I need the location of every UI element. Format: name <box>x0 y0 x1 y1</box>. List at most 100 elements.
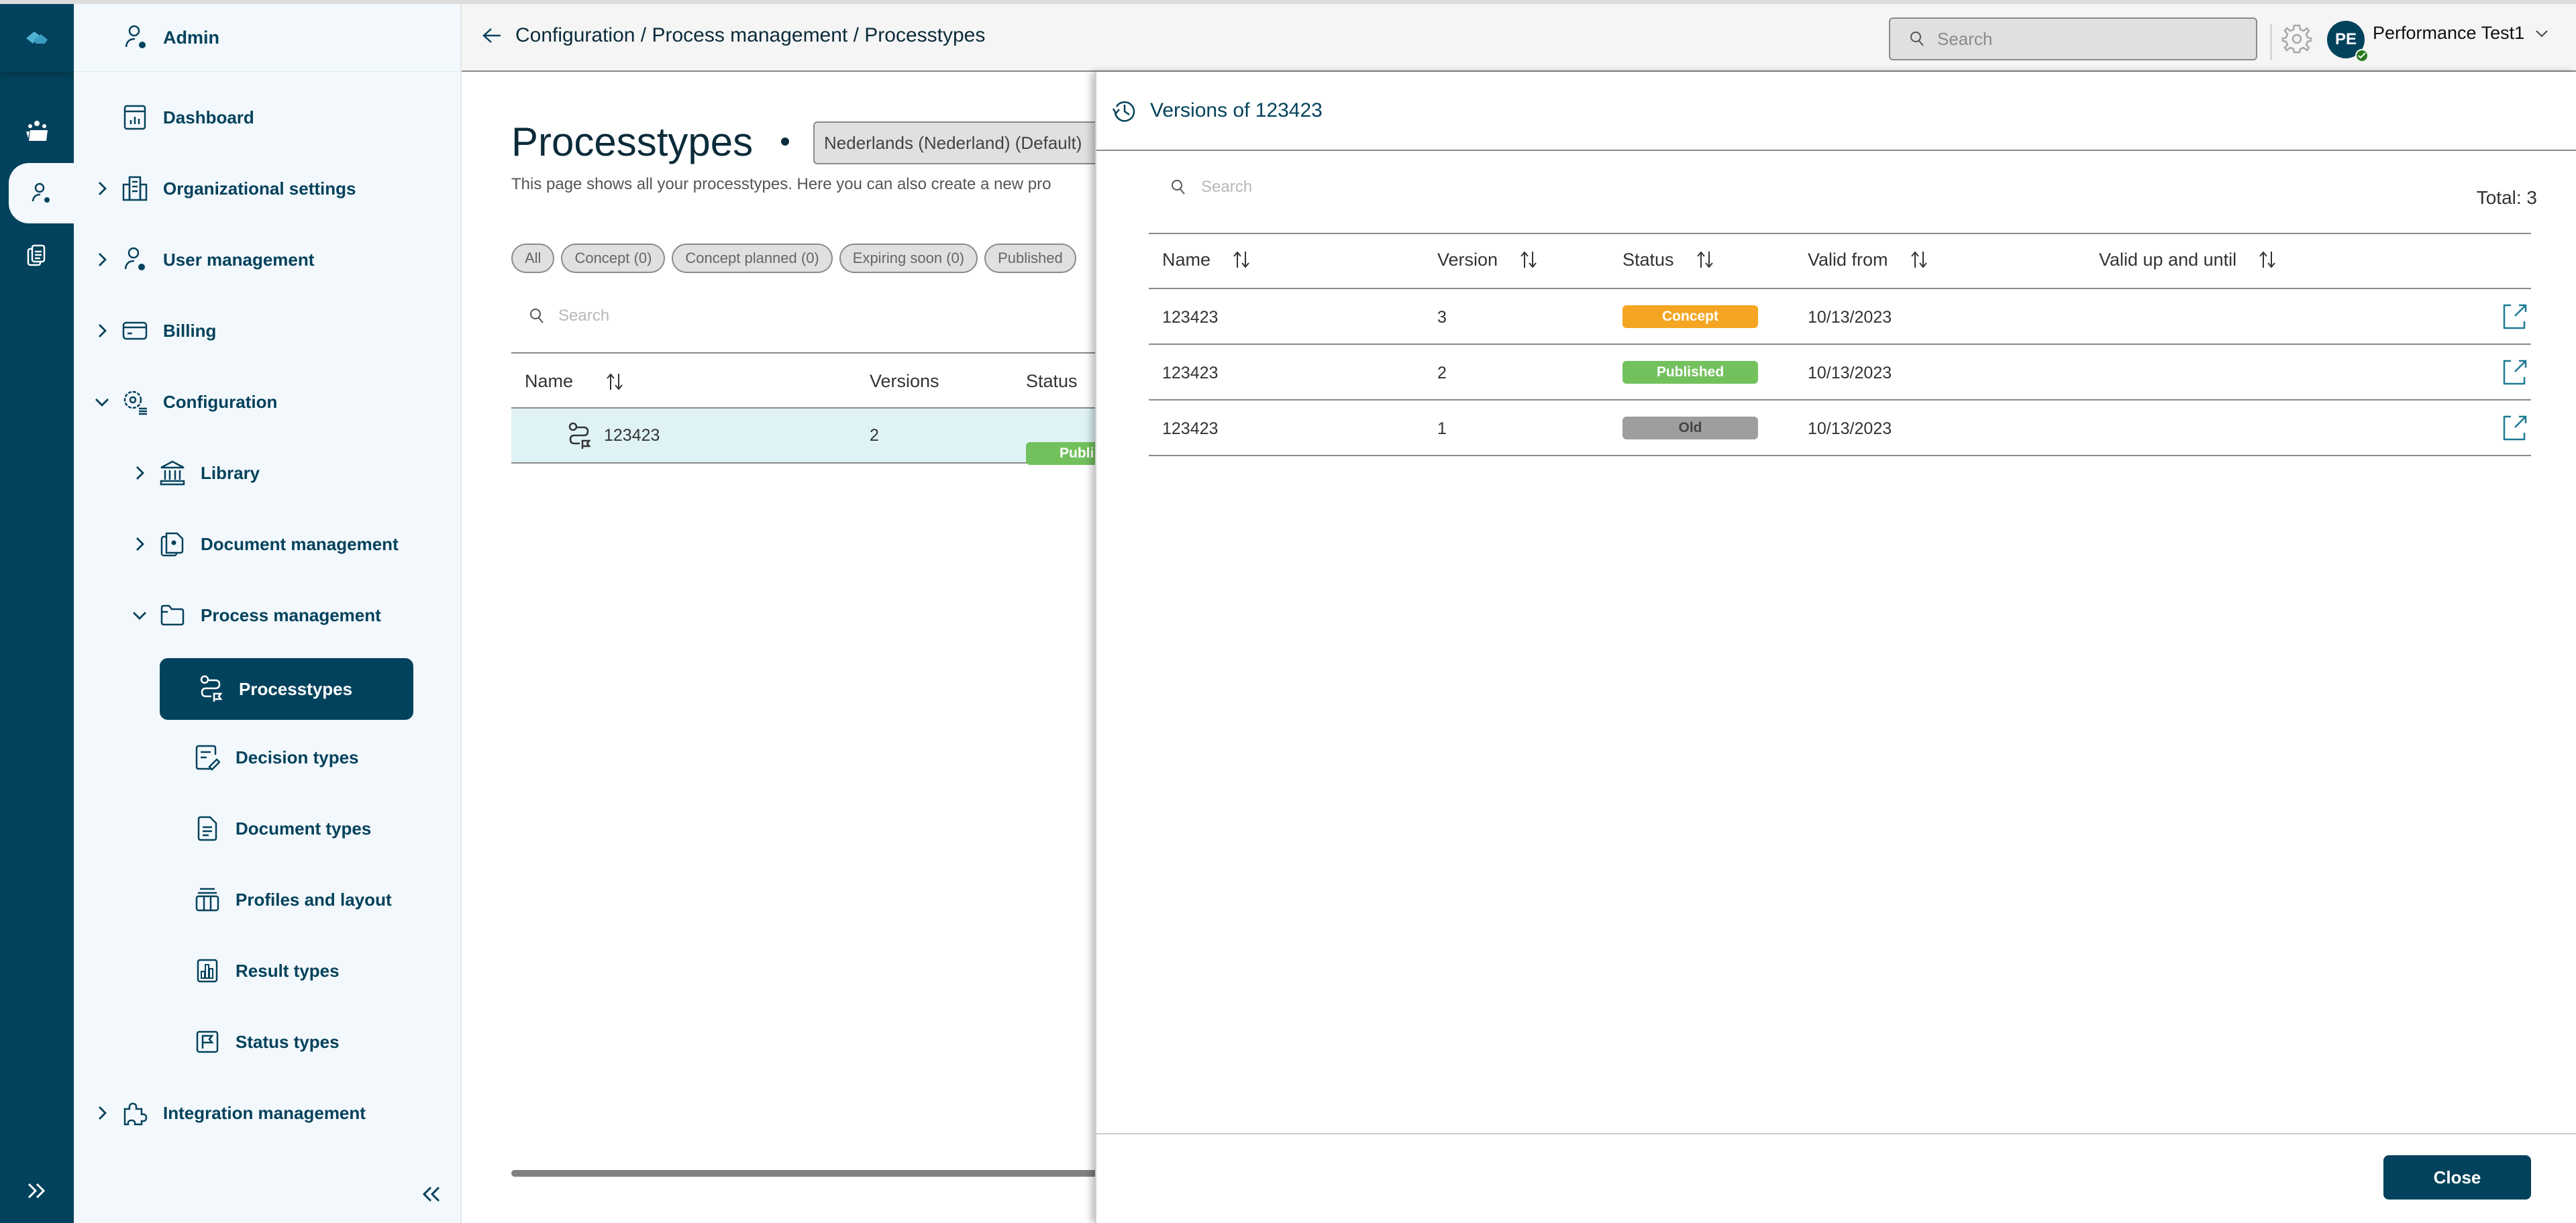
column-header-label: Status <box>1622 249 1674 270</box>
table-row[interactable]: 123423 1 Old 10/13/2023 <box>1149 401 2531 456</box>
chevron-right-icon[interactable] <box>92 323 112 339</box>
bar-chart-icon <box>194 957 221 984</box>
column-header-status[interactable]: Status <box>1622 249 1716 270</box>
route-flag-icon <box>197 675 224 702</box>
sidebar-item-document-types[interactable]: Document types <box>159 802 371 855</box>
status-badge: Old <box>1622 417 1758 439</box>
table-search[interactable] <box>529 307 961 325</box>
language-select[interactable]: Nederlands (Nederland) (Default) <box>813 121 1095 164</box>
external-link-icon <box>2503 304 2527 329</box>
filter-chip[interactable]: Expiring soon (0) <box>839 244 978 273</box>
settings-button[interactable] <box>2281 23 2312 58</box>
chevron-right-icon[interactable] <box>92 252 112 268</box>
versions-search-input[interactable] <box>1201 178 1671 197</box>
versions-search[interactable] <box>1170 178 1671 197</box>
chevron-down-icon[interactable] <box>130 610 150 621</box>
logo-icon <box>26 31 48 44</box>
open-version-button[interactable] <box>2502 414 2528 447</box>
table-search-input[interactable] <box>558 307 961 325</box>
column-header-version[interactable]: Version <box>1437 249 1539 270</box>
filter-chip[interactable]: Concept (0) <box>561 244 666 273</box>
version-name: 123423 <box>1162 308 1219 327</box>
global-search-input[interactable] <box>1937 28 2232 50</box>
close-button[interactable]: Close <box>2383 1155 2531 1200</box>
table-header: Name Versions Status <box>511 352 1095 409</box>
table-row[interactable]: 123423 2 Publi <box>511 409 1095 465</box>
rail-item-admin[interactable] <box>9 163 74 223</box>
chevron-right-icon <box>99 253 107 266</box>
sidebar-item-processtypes[interactable]: Processtypes <box>160 658 413 720</box>
sidebar-item-integration-management[interactable]: Integration management <box>92 1086 366 1140</box>
sort-icon[interactable] <box>1232 249 1252 270</box>
column-header-name[interactable]: Name <box>525 371 573 392</box>
sort-icon[interactable] <box>1696 249 1716 270</box>
sidebar-item-configuration[interactable]: Configuration <box>92 375 277 429</box>
logo[interactable] <box>0 4 74 72</box>
column-header-versions[interactable]: Versions <box>870 371 939 392</box>
chevron-down-icon[interactable] <box>92 396 112 407</box>
versions-panel: Versions of 123423 Total: 3 Name Version S… <box>1095 72 2576 1223</box>
global-search[interactable] <box>1889 17 2257 60</box>
back-button[interactable] <box>482 27 502 44</box>
chevron-right-icon[interactable] <box>92 1105 112 1121</box>
chevron-right-icon[interactable] <box>130 536 150 552</box>
sidebar-item-profiles-and-layout[interactable]: Profiles and layout <box>159 873 392 926</box>
sidebar-item-billing[interactable]: Billing <box>92 304 216 358</box>
open-version-button[interactable] <box>2502 303 2528 335</box>
table-header: Name Version Status Valid from Valid up and … <box>1149 233 2531 289</box>
table-row[interactable]: 123423 2 Published 10/13/2023 <box>1149 345 2531 401</box>
expand-rail-button[interactable] <box>0 1171 74 1211</box>
sort-icon[interactable] <box>1910 249 1930 270</box>
collapse-sidebar-button[interactable] <box>419 1177 446 1211</box>
sidebar-item-organizational-settings[interactable]: Organizational settings <box>92 162 356 215</box>
filter-chip[interactable]: Published <box>984 244 1076 273</box>
rail-item-workspace[interactable] <box>0 101 74 161</box>
column-header-status[interactable]: Status <box>1026 371 1078 392</box>
sidebar-item-user-management[interactable]: User management <box>92 233 314 286</box>
user-menu[interactable]: Performance Test1 <box>2373 23 2548 44</box>
chevron-right-icon <box>136 537 144 551</box>
valid-from: 10/13/2023 <box>1808 308 1892 327</box>
version-number: 3 <box>1437 308 1447 327</box>
sidebar-item-document-management[interactable]: Document management <box>130 517 399 571</box>
column-header-name[interactable]: Name <box>1162 249 1252 270</box>
horizontal-scrollbar[interactable] <box>511 1170 1095 1177</box>
sort-icon[interactable] <box>605 371 625 397</box>
double-chevron-left-icon <box>422 1186 440 1202</box>
sidebar-item-process-management[interactable]: Process management <box>130 588 381 642</box>
user-avatar[interactable]: PE <box>2327 21 2369 62</box>
open-version-button[interactable] <box>2502 358 2528 391</box>
online-status-icon <box>2355 49 2369 62</box>
sidebar-item-label: Organizational settings <box>163 178 356 199</box>
processtypes-table: Name Versions Status 123423 2 Publi <box>511 352 1095 465</box>
sidebar-item-dashboard[interactable]: Dashboard <box>92 91 254 144</box>
status-badge-label: Concept <box>1622 305 1758 328</box>
column-header-valid-up-and-until[interactable]: Valid up and until <box>2099 249 2278 270</box>
sidebar-item-label: Processtypes <box>239 678 353 699</box>
breadcrumb-text[interactable]: Configuration / Process management / Pro… <box>515 24 985 47</box>
row-versions: 2 <box>870 426 879 445</box>
sort-icon[interactable] <box>1519 249 1539 270</box>
sidebar-item-label: Document types <box>236 818 372 839</box>
user-name: Performance Test1 <box>2373 23 2525 43</box>
status-badge: Published <box>1622 361 1758 384</box>
chevron-right-icon[interactable] <box>92 180 112 197</box>
table-row[interactable]: 123423 3 Concept 10/13/2023 <box>1149 289 2531 345</box>
sidebar-item-status-types[interactable]: Status types <box>159 1015 340 1069</box>
sidebar-item-library[interactable]: Library <box>130 446 260 500</box>
chevron-right-icon[interactable] <box>130 465 150 481</box>
rail-item-documents[interactable] <box>0 225 74 286</box>
panel-header: Versions of 123423 <box>1096 72 2576 151</box>
sort-icon[interactable] <box>2258 249 2278 270</box>
user-gear-icon <box>32 182 50 203</box>
valid-from: 10/13/2023 <box>1808 419 1892 438</box>
page-description: This page shows all your processtypes. H… <box>511 175 1051 193</box>
filter-chip[interactable]: All <box>511 244 555 273</box>
gear-icon <box>2281 24 2312 54</box>
building-icon <box>121 175 148 202</box>
column-header-valid-from[interactable]: Valid from <box>1808 249 1930 270</box>
filter-chip[interactable]: Concept planned (0) <box>672 244 833 273</box>
sidebar-item-decision-types[interactable]: Decision types <box>159 731 359 784</box>
sidebar-item-result-types[interactable]: Result types <box>159 944 340 998</box>
folder-icon <box>159 602 186 629</box>
